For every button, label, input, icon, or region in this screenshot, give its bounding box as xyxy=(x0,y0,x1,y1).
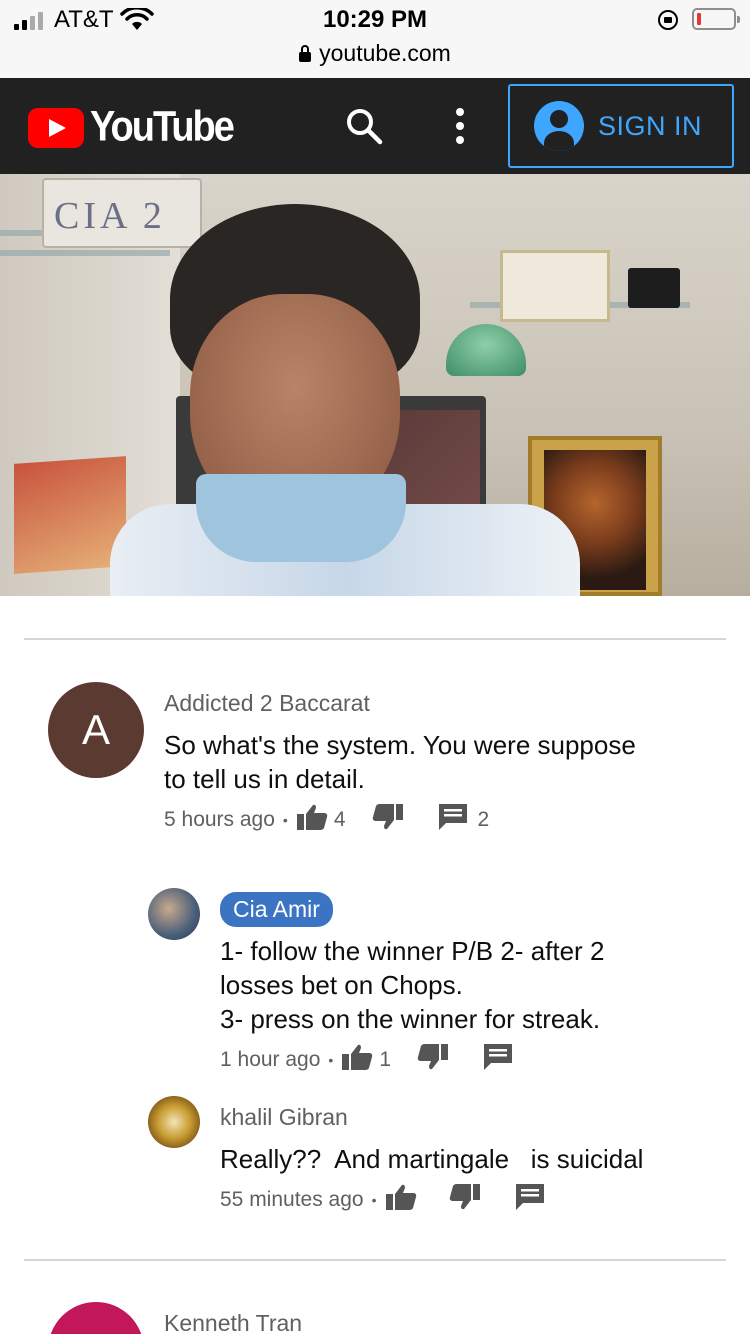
comment-line: to tell us in detail. xyxy=(164,764,365,794)
comment-author-creator[interactable]: Cia Amir xyxy=(220,892,333,927)
comment-line: 1- follow the winner P/B 2- after 2 xyxy=(220,936,605,966)
avatar[interactable]: A xyxy=(48,682,144,778)
license-plate-image: CIA 2 xyxy=(42,178,202,248)
comment-text: So what's the system. You were suppose t… xyxy=(164,728,636,796)
like-count: 4 xyxy=(333,808,346,831)
status-bar: AT&T 10:29 PM youtube.com xyxy=(0,0,750,78)
comment-timestamp: 55 minutes ago xyxy=(220,1188,364,1211)
divider xyxy=(24,1259,726,1261)
comment-line: 3- press on the winner for streak. xyxy=(220,1004,601,1034)
dislike-icon[interactable] xyxy=(372,803,404,837)
comment-line: Really?? And martingale is suicidal xyxy=(220,1144,644,1174)
reply-icon[interactable] xyxy=(438,803,468,837)
youtube-play-icon xyxy=(28,107,84,148)
photo-frame-image xyxy=(500,250,610,322)
comment-timestamp: 5 hours ago xyxy=(164,808,275,831)
reply-icon[interactable] xyxy=(483,1043,513,1077)
comment-actions: 5 hours ago • 4 2 xyxy=(164,803,490,837)
reply-count: 2 xyxy=(477,808,490,831)
comment-timestamp: 1 hour ago xyxy=(220,1048,321,1071)
search-icon[interactable] xyxy=(344,106,384,146)
lamp-image xyxy=(446,324,526,376)
video-player[interactable]: CIA 2 xyxy=(0,174,750,596)
divider xyxy=(24,638,726,640)
rotation-lock-icon xyxy=(658,10,678,30)
comment-line: So what's the system. You were suppose xyxy=(164,730,636,760)
like-icon[interactable] xyxy=(296,803,328,837)
comment-author[interactable]: Kenneth Tran xyxy=(164,1310,302,1334)
url-text: youtube.com xyxy=(319,40,451,66)
reply-icon[interactable] xyxy=(515,1183,545,1217)
comment-text: Really?? And martingale is suicidal xyxy=(220,1142,643,1176)
more-options-icon[interactable] xyxy=(448,108,472,144)
avatar[interactable] xyxy=(148,888,200,940)
dislike-icon[interactable] xyxy=(449,1183,481,1217)
avatar[interactable] xyxy=(148,1096,200,1148)
comment-author[interactable]: khalil Gibran xyxy=(220,1104,348,1131)
avatar[interactable] xyxy=(48,1302,144,1334)
speaker-image xyxy=(628,268,680,308)
person-mask xyxy=(196,474,406,562)
classic-box-image xyxy=(14,456,126,574)
account-icon xyxy=(534,101,584,151)
sign-in-label: SIGN IN xyxy=(598,110,703,141)
like-icon[interactable] xyxy=(385,1183,417,1217)
youtube-header: YouTube SIGN IN xyxy=(0,78,750,174)
battery-icon xyxy=(692,8,740,30)
like-count: 1 xyxy=(379,1048,392,1071)
clock: 10:29 PM xyxy=(322,6,428,33)
sign-in-button[interactable]: SIGN IN xyxy=(508,84,734,168)
youtube-logo[interactable]: YouTube xyxy=(28,103,235,151)
comment-actions: 1 hour ago • 1 xyxy=(220,1043,513,1077)
lock-icon xyxy=(299,45,312,62)
dislike-icon[interactable] xyxy=(417,1043,449,1077)
like-icon[interactable] xyxy=(341,1043,373,1077)
comment-author[interactable]: Addicted 2 Baccarat xyxy=(164,690,370,717)
address-bar[interactable]: youtube.com xyxy=(0,40,750,67)
comment-text: 1- follow the winner P/B 2- after 2 loss… xyxy=(220,934,604,1036)
youtube-logo-text: YouTube xyxy=(90,103,235,151)
comment-line: losses bet on Chops. xyxy=(220,970,463,1000)
comment-actions: 55 minutes ago • xyxy=(220,1183,545,1217)
